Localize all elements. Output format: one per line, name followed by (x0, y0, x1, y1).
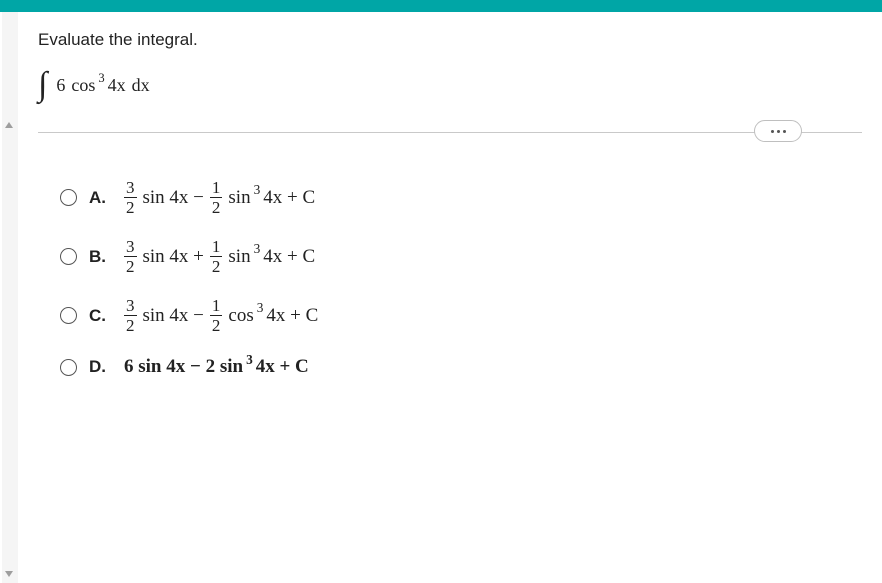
choice-b-letter: B. (89, 247, 111, 267)
top-accent-bar (0, 0, 882, 12)
choice-a-frac2: 1 2 (210, 179, 223, 216)
choice-c-letter: C. (89, 306, 111, 326)
integral-icon: ∫ (38, 68, 47, 102)
scroll-up-icon[interactable] (2, 118, 16, 132)
choice-a: A. 3 2 sin 4x − 1 2 sin34x + C (60, 179, 862, 216)
choice-d-tb: 4x + C (253, 356, 312, 378)
choice-c-math: 3 2 sin 4x − 1 2 cos34x + C (121, 297, 321, 334)
integral-dx: dx (129, 75, 153, 96)
choice-c-t2a: cos (225, 305, 256, 327)
choice-b-f2d: 2 (210, 258, 223, 275)
radio-a[interactable] (60, 189, 77, 206)
choice-b-f1n: 3 (124, 238, 137, 255)
choice-a-exp: 3 (254, 182, 261, 198)
choice-b-f1d: 2 (124, 258, 137, 275)
choice-c-f1n: 3 (124, 297, 137, 314)
scroll-down-icon[interactable] (2, 567, 16, 581)
radio-b[interactable] (60, 248, 77, 265)
choice-a-f2d: 2 (210, 199, 223, 216)
choice-b-frac2: 1 2 (210, 238, 223, 275)
question-content: Evaluate the integral. ∫ 6 cos 3 4x dx A… (38, 30, 862, 400)
divider-line (38, 132, 862, 133)
choice-b-t2a: sin (225, 246, 253, 268)
choice-c-exp: 3 (257, 300, 264, 316)
integral-exp: 3 (98, 71, 104, 86)
choice-b: B. 3 2 sin 4x + 1 2 sin34x + C (60, 238, 862, 275)
choice-c-t2b: 4x + C (263, 305, 321, 327)
choice-a-f2n: 1 (210, 179, 223, 196)
choice-d-math: 6 sin 4x − 2 sin34x + C (121, 356, 312, 378)
integral-fn: cos (68, 75, 98, 96)
choice-a-f1n: 3 (124, 179, 137, 196)
choice-a-math: 3 2 sin 4x − 1 2 sin34x + C (121, 179, 318, 216)
left-scroll-gutter (2, 12, 18, 583)
choice-d-ta: 6 sin 4x − 2 sin (121, 356, 246, 378)
radio-c[interactable] (60, 307, 77, 324)
choice-a-f1d: 2 (124, 199, 137, 216)
choice-d: D. 6 sin 4x − 2 sin34x + C (60, 356, 862, 378)
divider-row (38, 132, 862, 133)
integral-expression: ∫ 6 cos 3 4x dx (38, 68, 862, 102)
choice-c-t1: sin 4x − (140, 305, 207, 327)
choice-b-math: 3 2 sin 4x + 1 2 sin34x + C (121, 238, 318, 275)
choice-b-frac1: 3 2 (124, 238, 137, 275)
question-prompt: Evaluate the integral. (38, 30, 862, 50)
choice-b-t2b: 4x + C (260, 246, 318, 268)
more-options-button[interactable] (754, 120, 802, 142)
integral-arg: 4x (105, 75, 129, 96)
choice-d-letter: D. (89, 357, 111, 377)
choice-c-f1d: 2 (124, 317, 137, 334)
choice-a-t2a: sin (225, 187, 253, 209)
choice-c-frac2: 1 2 (210, 297, 223, 334)
choice-b-f2n: 1 (210, 238, 223, 255)
choice-b-t1: sin 4x + (140, 246, 207, 268)
integral-coef: 6 (53, 75, 68, 96)
choice-a-t2b: 4x + C (260, 187, 318, 209)
choice-c-f2d: 2 (210, 317, 223, 334)
choice-c-f2n: 1 (210, 297, 223, 314)
choice-d-exp: 3 (246, 352, 253, 368)
choice-b-exp: 3 (254, 241, 261, 257)
choice-a-frac1: 3 2 (124, 179, 137, 216)
answer-choices: A. 3 2 sin 4x − 1 2 sin34x + C B. (38, 179, 862, 378)
choice-c: C. 3 2 sin 4x − 1 2 cos34x + C (60, 297, 862, 334)
choice-a-letter: A. (89, 188, 111, 208)
choice-a-t1: sin 4x − (140, 187, 207, 209)
choice-c-frac1: 3 2 (124, 297, 137, 334)
radio-d[interactable] (60, 359, 77, 376)
